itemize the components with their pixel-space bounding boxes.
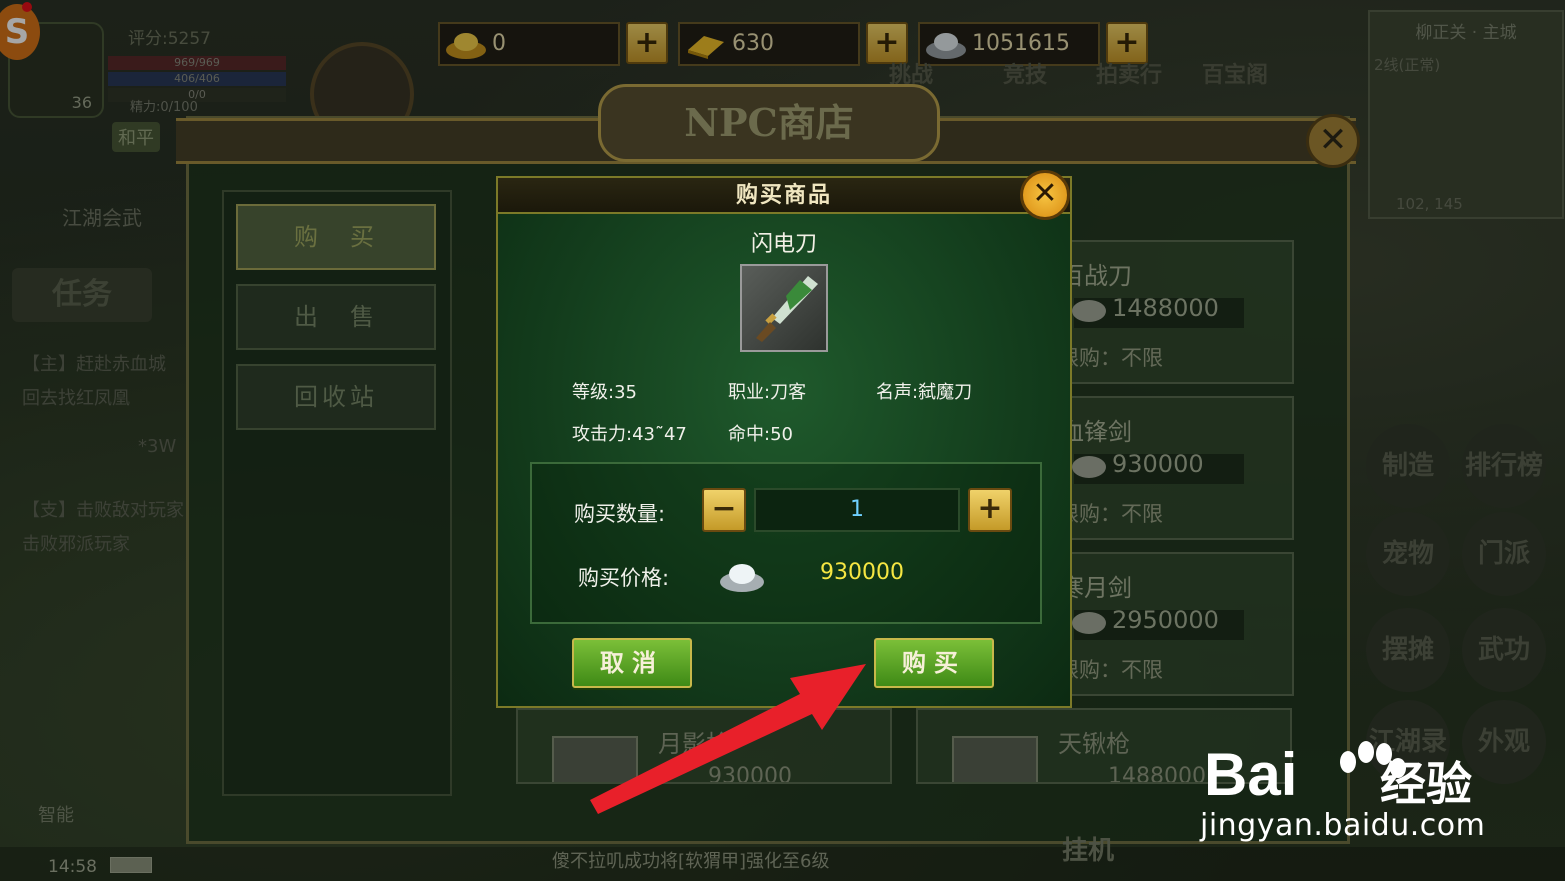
shop-item-price: 2950000	[1112, 606, 1219, 634]
watermark-brand: Bai	[1204, 741, 1298, 808]
spear-item-icon	[552, 736, 638, 782]
watermark-cn: 经验	[1380, 757, 1472, 811]
shop-item-limit: 限购：不限	[1058, 658, 1163, 682]
battery-icon	[110, 857, 152, 873]
total-price: 930000	[820, 560, 904, 585]
purchase-dialog: 购买商品 闪电刀 等级:35 职业:刀客 名声:弑魔刀 攻击力:43˜47 命中…	[496, 176, 1072, 708]
shop-item-price: 930000	[708, 764, 792, 784]
shop-item-name: 月影枪	[658, 730, 730, 758]
shop-item-price: 1488000	[1112, 294, 1219, 322]
increase-quantity-button[interactable]: +	[968, 488, 1012, 532]
watermark-url: jingyan.baidu.com	[1200, 808, 1486, 843]
item-class: 职业:刀客	[728, 382, 807, 403]
shop-item-card[interactable]: 血锋剑 930000 限购：不限	[1050, 396, 1294, 540]
shop-item-price: 930000	[1112, 450, 1204, 478]
auto-button[interactable]: 智能	[38, 801, 74, 827]
tab-sell[interactable]: 出 售	[236, 284, 436, 350]
silver-coin-icon	[1072, 456, 1106, 478]
auto-battle-button[interactable]: 挂机	[1062, 830, 1114, 867]
tab-buy[interactable]: 购 买	[236, 204, 436, 270]
decrease-quantity-button[interactable]: −	[702, 488, 746, 532]
sword-item-icon	[740, 264, 828, 352]
quantity-label: 购买数量:	[574, 502, 666, 526]
shop-item-card[interactable]: 月影枪 930000	[516, 708, 892, 784]
dialog-title: 购买商品	[735, 182, 832, 208]
tab-recycle[interactable]: 回收站	[236, 364, 436, 430]
dialog-close-button[interactable]: ✕	[1020, 170, 1070, 220]
item-name: 闪电刀	[750, 232, 817, 257]
shop-item-name: 天锹枪	[1058, 730, 1130, 758]
shop-item-limit: 限购：不限	[1058, 346, 1163, 370]
shop-item-price: 1488000	[1108, 764, 1206, 784]
quantity-input[interactable]: 1	[754, 488, 960, 532]
price-label: 购买价格:	[578, 566, 670, 590]
blade-icon	[756, 276, 818, 342]
shop-item-limit: 限购：不限	[1058, 502, 1163, 526]
clock: 14:58	[48, 857, 97, 877]
silver-coin-icon	[1072, 300, 1106, 322]
item-hit: 命中:50	[728, 424, 793, 445]
shop-item-card[interactable]: 百战刀 1488000 限购：不限	[1050, 240, 1294, 384]
item-level: 等级:35	[572, 382, 637, 403]
silver-coin-icon	[1072, 612, 1106, 634]
silver-ingot-icon	[720, 564, 764, 592]
item-attack: 攻击力:43˜47	[572, 424, 687, 445]
quantity-panel: 购买数量: − 1 + 购买价格: 930000	[530, 462, 1042, 624]
npc-shop-title: NPC商店	[598, 84, 940, 162]
item-fame: 名声:弑魔刀	[876, 382, 973, 403]
spear-item-icon	[952, 736, 1038, 782]
shop-tab-column	[222, 190, 452, 796]
shop-item-card[interactable]: 寒月剑 2950000 限购：不限	[1050, 552, 1294, 696]
dialog-header: 购买商品	[498, 178, 1070, 214]
cancel-button[interactable]: 取消	[572, 638, 692, 688]
shop-close-button[interactable]: ✕	[1306, 114, 1360, 168]
system-news: 傻不拉叽成功将[软猬甲]强化至6级	[552, 851, 830, 872]
buy-button[interactable]: 购买	[874, 638, 994, 688]
